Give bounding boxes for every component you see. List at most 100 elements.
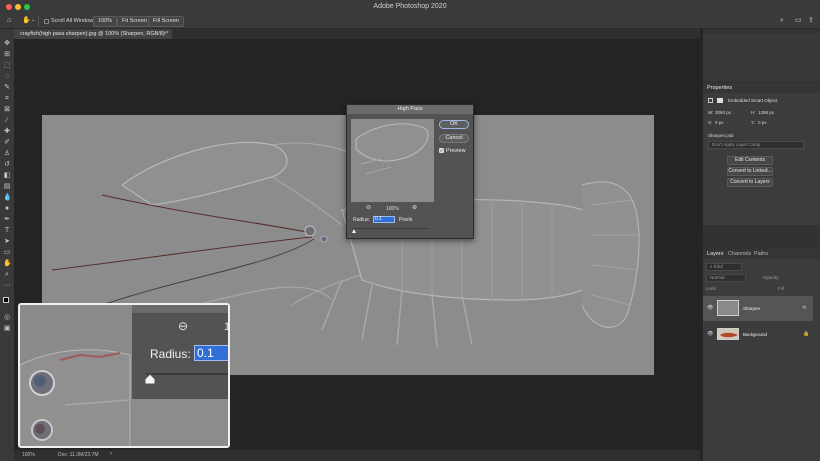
title-bar: Adobe Photoshop 2020: [0, 0, 820, 14]
filter-kind-label: Kind: [713, 264, 723, 269]
layer-thumbnail: [717, 328, 739, 340]
inset-zoom-text: 1: [224, 321, 230, 333]
more-tools-icon[interactable]: ···: [3, 282, 11, 290]
brush-tool-icon[interactable]: ✐: [3, 139, 11, 147]
status-zoom[interactable]: 100%: [22, 452, 35, 458]
eraser-tool-icon[interactable]: ◧: [3, 172, 11, 180]
preview-image: [355, 123, 429, 175]
move-tool-icon[interactable]: ✥: [3, 40, 11, 48]
scroll-all-windows-checkbox[interactable]: [44, 19, 49, 24]
properties-panel: Properties Embedded Smart Object W: 3060…: [703, 83, 820, 225]
blend-mode-select[interactable]: Normal: [706, 274, 746, 282]
high-pass-dialog: High Pass OK Cancel ✓ Preview ⊖ 100% ⊕ R…: [346, 104, 474, 239]
crop-tool-icon[interactable]: ⌗: [3, 95, 11, 103]
healing-brush-tool-icon[interactable]: ✚: [3, 128, 11, 136]
screen-mode-icon[interactable]: ▣: [3, 325, 11, 333]
layer-thumbnail: [717, 300, 739, 316]
visibility-eye-icon[interactable]: 👁: [707, 305, 713, 311]
zoom-inset: ⊖ 1 Radius: 0.1: [18, 303, 230, 448]
radius-slider-track[interactable]: [353, 228, 428, 229]
radius-slider-handle[interactable]: [352, 229, 356, 233]
inset-radius-label: Radius:: [150, 347, 191, 361]
radius-label: Radius:: [353, 217, 370, 223]
eyedropper-tool-icon[interactable]: ⁄: [3, 117, 11, 125]
zoom-in-icon[interactable]: ⊕: [412, 204, 417, 211]
divider: [38, 16, 39, 27]
rectangle-tool-icon[interactable]: ▭: [3, 249, 11, 257]
channels-tab[interactable]: Channels: [728, 251, 751, 257]
preview-checkbox[interactable]: ✓: [439, 148, 444, 153]
zoom-tool-icon[interactable]: ⌕: [3, 271, 11, 279]
radius-input[interactable]: 0.1: [373, 216, 395, 223]
clone-stamp-tool-icon[interactable]: ♙: [3, 150, 11, 158]
layer-row[interactable]: 👁 Sharpen ⟲: [703, 296, 813, 321]
preview-zoom-level: 100%: [386, 206, 399, 212]
lock-icon: 🔒: [803, 331, 810, 337]
lasso-tool-icon[interactable]: ◌: [3, 73, 11, 81]
zoom-out-icon[interactable]: ⊖: [366, 204, 371, 211]
marquee-tool-icon[interactable]: ⬚: [3, 62, 11, 70]
options-bar: ⌂ ✋ ⌄ Scroll All Windows 100% Fit Screen…: [0, 14, 820, 29]
x-value[interactable]: 0 px: [715, 120, 724, 125]
history-brush-tool-icon[interactable]: ↺: [3, 161, 11, 169]
paths-tab[interactable]: Paths: [754, 251, 768, 257]
status-menu-icon[interactable]: ›: [110, 451, 112, 457]
visibility-eye-icon[interactable]: 👁: [707, 331, 713, 337]
collapsed-panel-area: [703, 33, 820, 81]
hand-tool-icon[interactable]: ✋: [22, 17, 31, 24]
layer-name[interactable]: Background: [743, 332, 767, 337]
fit-screen-button[interactable]: Fit Screen: [117, 16, 153, 27]
home-icon[interactable]: ⌂: [7, 17, 11, 24]
fill-label: Fill:: [778, 286, 785, 291]
document-tab[interactable]: crayfish(high pass sharpen).jpg @ 100% (…: [14, 29, 172, 39]
opacity-label: Opacity:: [763, 275, 780, 280]
y-label: Y:: [751, 120, 756, 125]
fill-screen-button[interactable]: Fill Screen: [148, 16, 184, 27]
w-value[interactable]: 3060 px: [715, 110, 731, 115]
close-tab-icon[interactable]: ×: [163, 29, 167, 39]
tool-preset-dropdown-icon[interactable]: ⌄: [31, 18, 35, 23]
blur-tool-icon[interactable]: 💧: [3, 194, 12, 202]
hand-tool-icon[interactable]: ✋: [3, 260, 12, 268]
quick-selection-tool-icon[interactable]: ✎: [3, 84, 11, 92]
foreground-color-swatch[interactable]: [3, 297, 9, 303]
cancel-button[interactable]: Cancel: [439, 134, 469, 143]
artboard-tool-icon[interactable]: ⊞: [3, 51, 11, 59]
filter-kind-select[interactable]: ⌕ Kind: [706, 263, 742, 271]
zoom-100-button[interactable]: 100%: [93, 16, 118, 27]
status-bar: 100% Doc: 11.3M/23.7M ›: [14, 450, 700, 461]
h-value[interactable]: 1298 px: [758, 110, 774, 115]
layer-thumbnail-icon: [717, 98, 723, 103]
search-icon[interactable]: ⌕: [780, 17, 784, 24]
convert-to-linked-button[interactable]: Convert to Linked...: [727, 167, 773, 176]
inset-dialog-title-strip: [132, 305, 228, 313]
path-selection-tool-icon[interactable]: ➤: [3, 238, 11, 246]
scroll-all-windows-label: Scroll All Windows: [51, 18, 96, 24]
quick-mask-icon[interactable]: ◎: [3, 314, 11, 322]
inset-dialog-closeup: ⊖ 1 Radius: 0.1: [132, 305, 230, 446]
smart-filter-icon[interactable]: ⟲: [802, 305, 806, 311]
layer-row[interactable]: 👁 Background 🔒: [703, 323, 813, 347]
gradient-tool-icon[interactable]: ▤: [3, 183, 11, 191]
layer-comp-select[interactable]: Don't Apply Layer Comp: [708, 141, 804, 149]
dodge-tool-icon[interactable]: ●: [3, 205, 11, 213]
layers-tab[interactable]: Layers: [707, 251, 724, 257]
workspace-icon[interactable]: ▭: [795, 17, 802, 24]
properties-tab[interactable]: Properties: [707, 85, 732, 91]
share-icon[interactable]: ⇪: [808, 17, 814, 24]
inset-radius-input: 0.1: [194, 345, 228, 361]
h-label: H:: [751, 110, 756, 115]
ok-button[interactable]: OK: [439, 120, 469, 129]
filter-preview[interactable]: [351, 119, 434, 202]
pen-tool-icon[interactable]: ✒: [3, 216, 11, 224]
convert-to-layers-button[interactable]: Convert to Layers: [727, 178, 773, 187]
type-tool-icon[interactable]: T: [3, 227, 11, 235]
right-panels: Properties Embedded Smart Object W: 3060…: [703, 29, 820, 461]
y-value[interactable]: 0 px: [758, 120, 767, 125]
frame-tool-icon[interactable]: ⊠: [3, 106, 11, 114]
layer-name[interactable]: Sharpen: [743, 306, 760, 311]
edit-contents-button[interactable]: Edit Contents: [727, 156, 773, 165]
dialog-title: High Pass: [347, 105, 473, 114]
inset-slider-handle: [144, 373, 156, 385]
layers-panel: Layers Channels Paths ⌕ Kind Normal Opac…: [703, 249, 820, 461]
